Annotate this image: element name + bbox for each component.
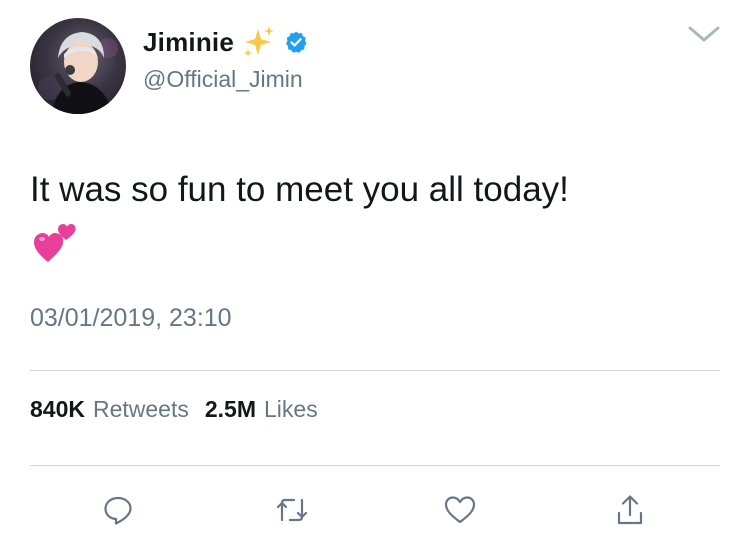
retweet-icon (276, 498, 308, 522)
share-button[interactable] (610, 490, 650, 530)
reply-button[interactable] (98, 490, 138, 530)
tweet-text: It was so fun to meet you all today! (30, 170, 569, 209)
chevron-down-icon[interactable] (684, 22, 724, 48)
share-icon (617, 495, 643, 525)
likes-label[interactable]: Likes (264, 396, 318, 423)
author-handle[interactable]: @Official_Jimin (143, 66, 303, 93)
author-name-row[interactable]: Jiminie (143, 24, 308, 60)
display-name[interactable]: Jiminie (143, 27, 234, 58)
divider (30, 465, 720, 466)
like-icon (444, 496, 476, 524)
sparkles-icon (244, 26, 274, 57)
tweet-timestamp[interactable]: 03/01/2019, 23:10 (30, 304, 232, 333)
retweets-count[interactable]: 840K (30, 396, 85, 423)
tweet-card: Jiminie @Official_Jimin It was so fun to… (0, 0, 750, 554)
reply-icon (104, 496, 132, 525)
tweet-stats: 840K Retweets 2.5M Likes (30, 396, 326, 423)
two-hearts-icon (34, 224, 76, 262)
like-button[interactable] (440, 490, 480, 530)
divider (30, 370, 720, 371)
likes-count[interactable]: 2.5M (205, 396, 256, 423)
retweet-button[interactable] (272, 490, 312, 530)
verified-badge-icon (286, 31, 307, 53)
avatar[interactable] (30, 18, 126, 114)
retweets-label[interactable]: Retweets (93, 396, 189, 423)
